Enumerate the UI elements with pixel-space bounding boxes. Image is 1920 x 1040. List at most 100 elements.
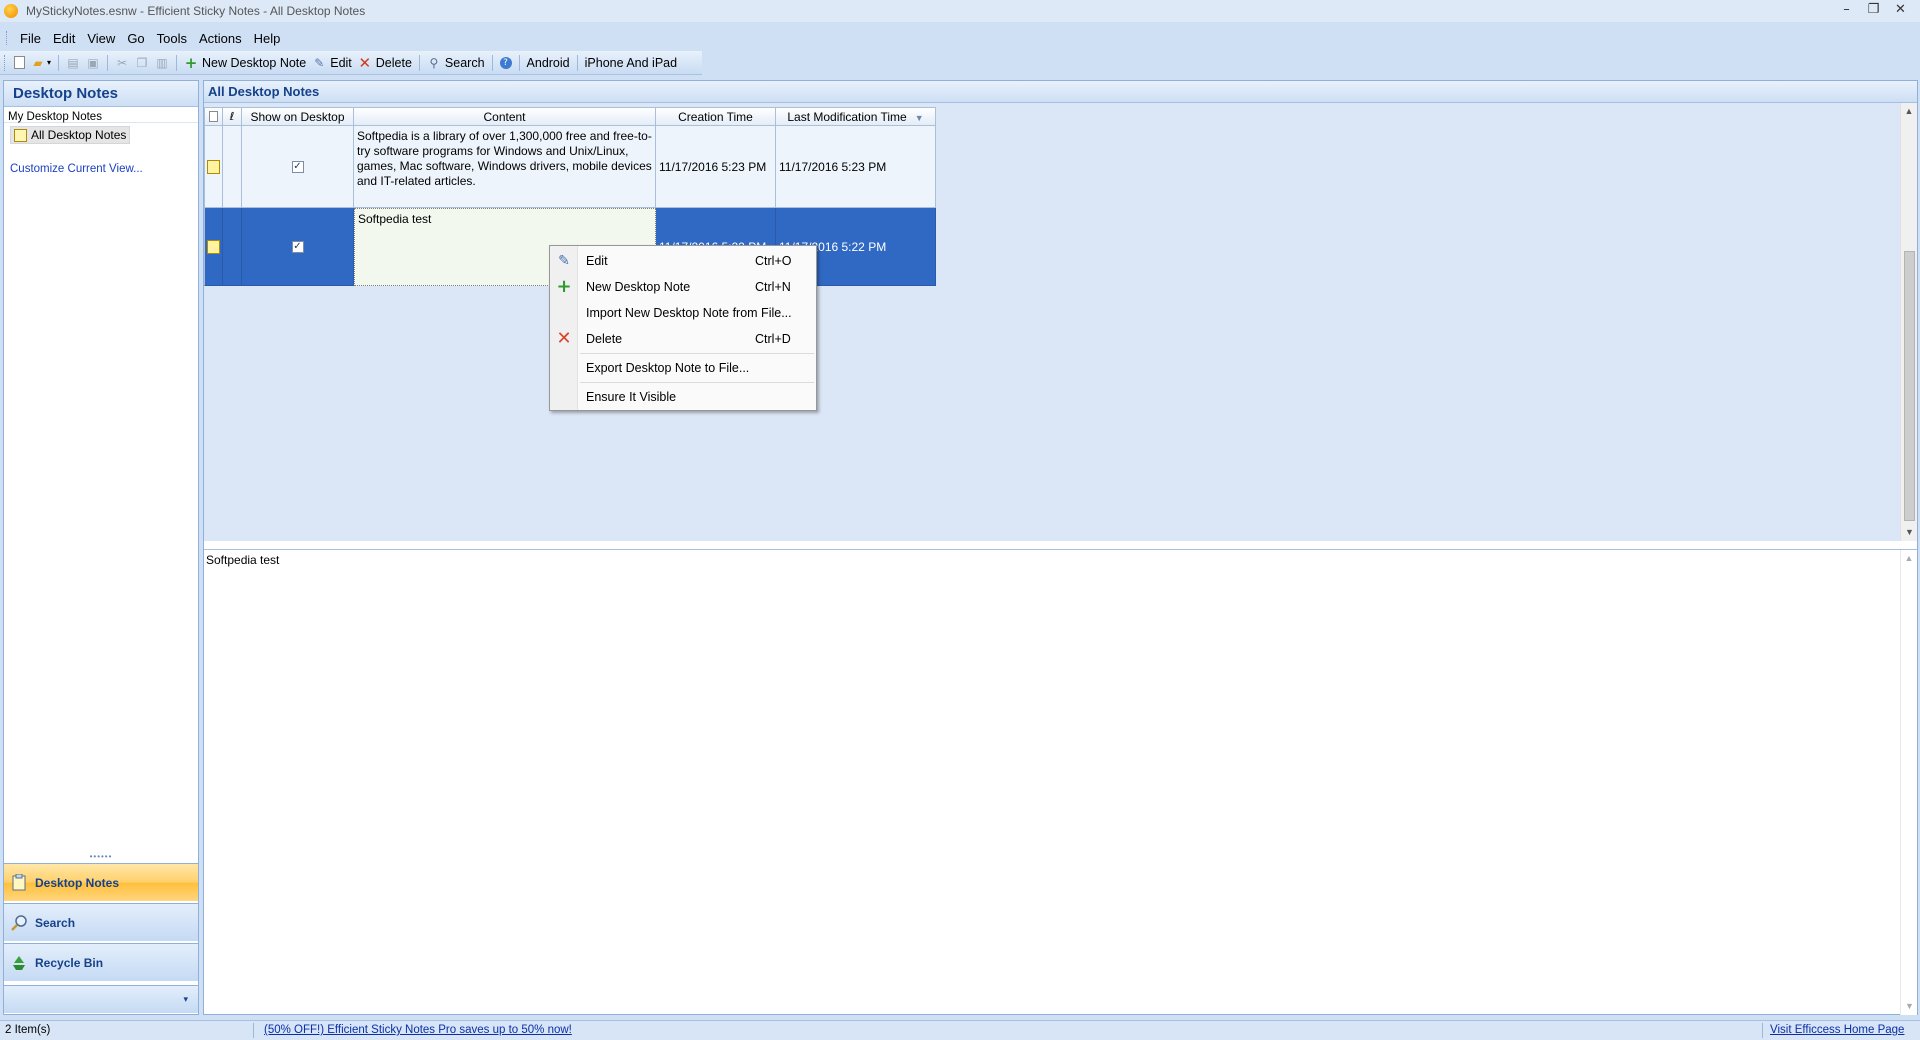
pane-splitter-handle[interactable]: ••••••	[4, 853, 198, 862]
note-preview-text[interactable]: Softpedia test	[204, 550, 1917, 570]
new-file-button[interactable]	[11, 52, 28, 74]
help-button[interactable]: ?	[497, 52, 515, 74]
print-button[interactable]: ▤	[63, 52, 83, 74]
note-preview-pane[interactable]: Softpedia test ▲ ▼	[204, 549, 1917, 1015]
sticky-note-icon	[12, 873, 26, 890]
column-header-last-modification-time[interactable]: Last Modification Time ▼	[776, 107, 936, 126]
scroll-down-icon[interactable]: ▼	[1901, 998, 1918, 1015]
navigation-pane-title: Desktop Notes	[4, 81, 198, 107]
context-menu-label: New Desktop Note	[586, 280, 691, 294]
column-header-creation-time[interactable]: Creation Time	[656, 107, 776, 126]
item-count: 2 Item(s)	[5, 1024, 51, 1036]
menu-view[interactable]: View	[81, 31, 121, 46]
delete-x-icon: ✕	[358, 53, 372, 72]
edit-button[interactable]: ✎ Edit	[309, 52, 355, 74]
document-icon	[209, 111, 218, 122]
pencil-icon: ✎	[314, 55, 325, 70]
print-preview-button[interactable]: ▣	[83, 52, 103, 74]
nav-search-label: Search	[35, 915, 76, 930]
delete-button[interactable]: ✕ Delete	[355, 52, 415, 74]
menu-help[interactable]: Help	[248, 31, 287, 46]
cut-button[interactable]: ✂	[112, 52, 132, 74]
show-on-desktop-checkbox[interactable]: ✓	[291, 160, 304, 173]
context-menu-delete[interactable]: ✕ Delete Ctrl+D	[550, 327, 816, 351]
attachment-cell	[223, 208, 242, 286]
menu-edit[interactable]: Edit	[47, 31, 81, 46]
menu-file[interactable]: File	[14, 31, 47, 46]
toolbar-grip[interactable]	[4, 54, 7, 71]
context-menu-shortcut: Ctrl+D	[755, 332, 791, 346]
column-header-label: Last Modification Time	[787, 110, 907, 124]
status-separator	[1762, 1023, 1763, 1038]
toolbar-separator	[107, 54, 109, 71]
help-icon: ?	[499, 56, 512, 69]
navigation-pane: Desktop Notes My Desktop Notes All Deskt…	[3, 80, 199, 1015]
notes-grid-area: ℓ Show on Desktop Content Creation Time …	[204, 103, 1917, 541]
tree-item-label: All Desktop Notes	[31, 128, 127, 142]
scrollbar-thumb[interactable]	[1904, 251, 1915, 521]
sticky-note-icon	[14, 128, 27, 142]
context-menu-separator	[580, 353, 814, 354]
close-button[interactable]: ✕	[1887, 0, 1914, 22]
search-icon: ⚲	[429, 55, 439, 70]
table-row[interactable]: ✓ Softpedia is a library of over 1,300,0…	[204, 126, 936, 208]
search-label: Search	[444, 55, 485, 70]
column-header-attachment[interactable]: ℓ	[223, 107, 242, 126]
copy-button[interactable]: ❐	[132, 52, 152, 74]
open-file-button[interactable]: ▰ ▾	[28, 52, 54, 74]
show-on-desktop-checkbox[interactable]: ✓	[291, 240, 304, 253]
pencil-icon: ✎	[558, 253, 570, 269]
print-preview-icon: ▣	[87, 55, 99, 70]
sort-descending-icon: ▼	[914, 113, 924, 123]
menubar-grip[interactable]	[6, 31, 9, 45]
restore-button[interactable]: ❐	[1860, 0, 1887, 22]
nav-desktop-notes-label: Desktop Notes	[35, 875, 120, 890]
context-menu-export-note[interactable]: Export Desktop Note to File...	[550, 356, 816, 380]
column-header-note-type[interactable]	[204, 107, 223, 126]
context-menu-edit[interactable]: ✎ Edit Ctrl+O	[550, 249, 816, 273]
sticky-note-icon	[207, 239, 220, 254]
configure-buttons-dropdown[interactable]: ▾	[4, 985, 198, 1013]
minimize-button[interactable]: –	[1833, 0, 1860, 22]
sticky-note-icon	[207, 159, 220, 174]
context-menu-new-desktop-note[interactable]: + New Desktop Note Ctrl+N	[550, 275, 816, 299]
menu-actions[interactable]: Actions	[193, 31, 248, 46]
delete-x-icon: ✕	[556, 328, 572, 349]
paste-icon: ▥	[156, 55, 168, 70]
new-desktop-note-label: New Desktop Note	[202, 55, 307, 70]
context-menu-ensure-visible[interactable]: Ensure It Visible	[550, 385, 816, 409]
context-menu-label: Import New Desktop Note from File...	[586, 306, 792, 320]
iphone-ipad-button[interactable]: iPhone And iPad	[582, 52, 680, 74]
paste-button[interactable]: ▥	[152, 52, 172, 74]
my-desktop-notes-section: My Desktop Notes	[4, 107, 198, 123]
tree-item-all-desktop-notes[interactable]: All Desktop Notes	[10, 126, 131, 144]
column-header-content[interactable]: Content	[354, 107, 656, 126]
android-button[interactable]: Android	[524, 52, 573, 74]
nav-search[interactable]: Search	[4, 903, 198, 941]
scroll-down-icon[interactable]: ▼	[1901, 524, 1918, 541]
copy-icon: ❐	[136, 55, 148, 70]
home-page-link[interactable]: Visit Efficcess Home Page	[1770, 1024, 1904, 1036]
context-menu-label: Ensure It Visible	[586, 390, 677, 404]
print-icon: ▤	[67, 55, 79, 70]
scroll-up-icon[interactable]: ▲	[1901, 550, 1917, 567]
preview-vertical-scrollbar[interactable]: ▲ ▼	[1900, 550, 1917, 1015]
iphone-ipad-label: iPhone And iPad	[584, 55, 678, 70]
search-button[interactable]: ⚲ Search	[424, 52, 488, 74]
nav-recycle-bin[interactable]: Recycle Bin	[4, 943, 198, 981]
creation-time-cell: 11/17/2016 5:23 PM	[656, 126, 776, 208]
magnifier-icon	[11, 914, 27, 931]
promo-link[interactable]: (50% OFF!) Efficient Sticky Notes Pro sa…	[264, 1024, 572, 1036]
new-desktop-note-button[interactable]: + New Desktop Note	[181, 52, 309, 74]
grid-vertical-scrollbar[interactable]: ▲ ▼	[1900, 103, 1917, 541]
customize-current-view-link[interactable]: Customize Current View...	[10, 163, 143, 175]
column-header-show-on-desktop[interactable]: Show on Desktop	[242, 107, 354, 126]
context-menu-import-note[interactable]: Import New Desktop Note from File...	[550, 301, 816, 325]
menu-go[interactable]: Go	[121, 31, 150, 46]
plus-icon: +	[556, 276, 572, 297]
scroll-up-icon[interactable]: ▲	[1901, 103, 1917, 120]
menu-tools[interactable]: Tools	[151, 31, 193, 46]
content-cell[interactable]: Softpedia is a library of over 1,300,000…	[354, 126, 656, 208]
nav-desktop-notes[interactable]: Desktop Notes	[4, 863, 198, 901]
context-menu-label: Delete	[586, 332, 623, 346]
